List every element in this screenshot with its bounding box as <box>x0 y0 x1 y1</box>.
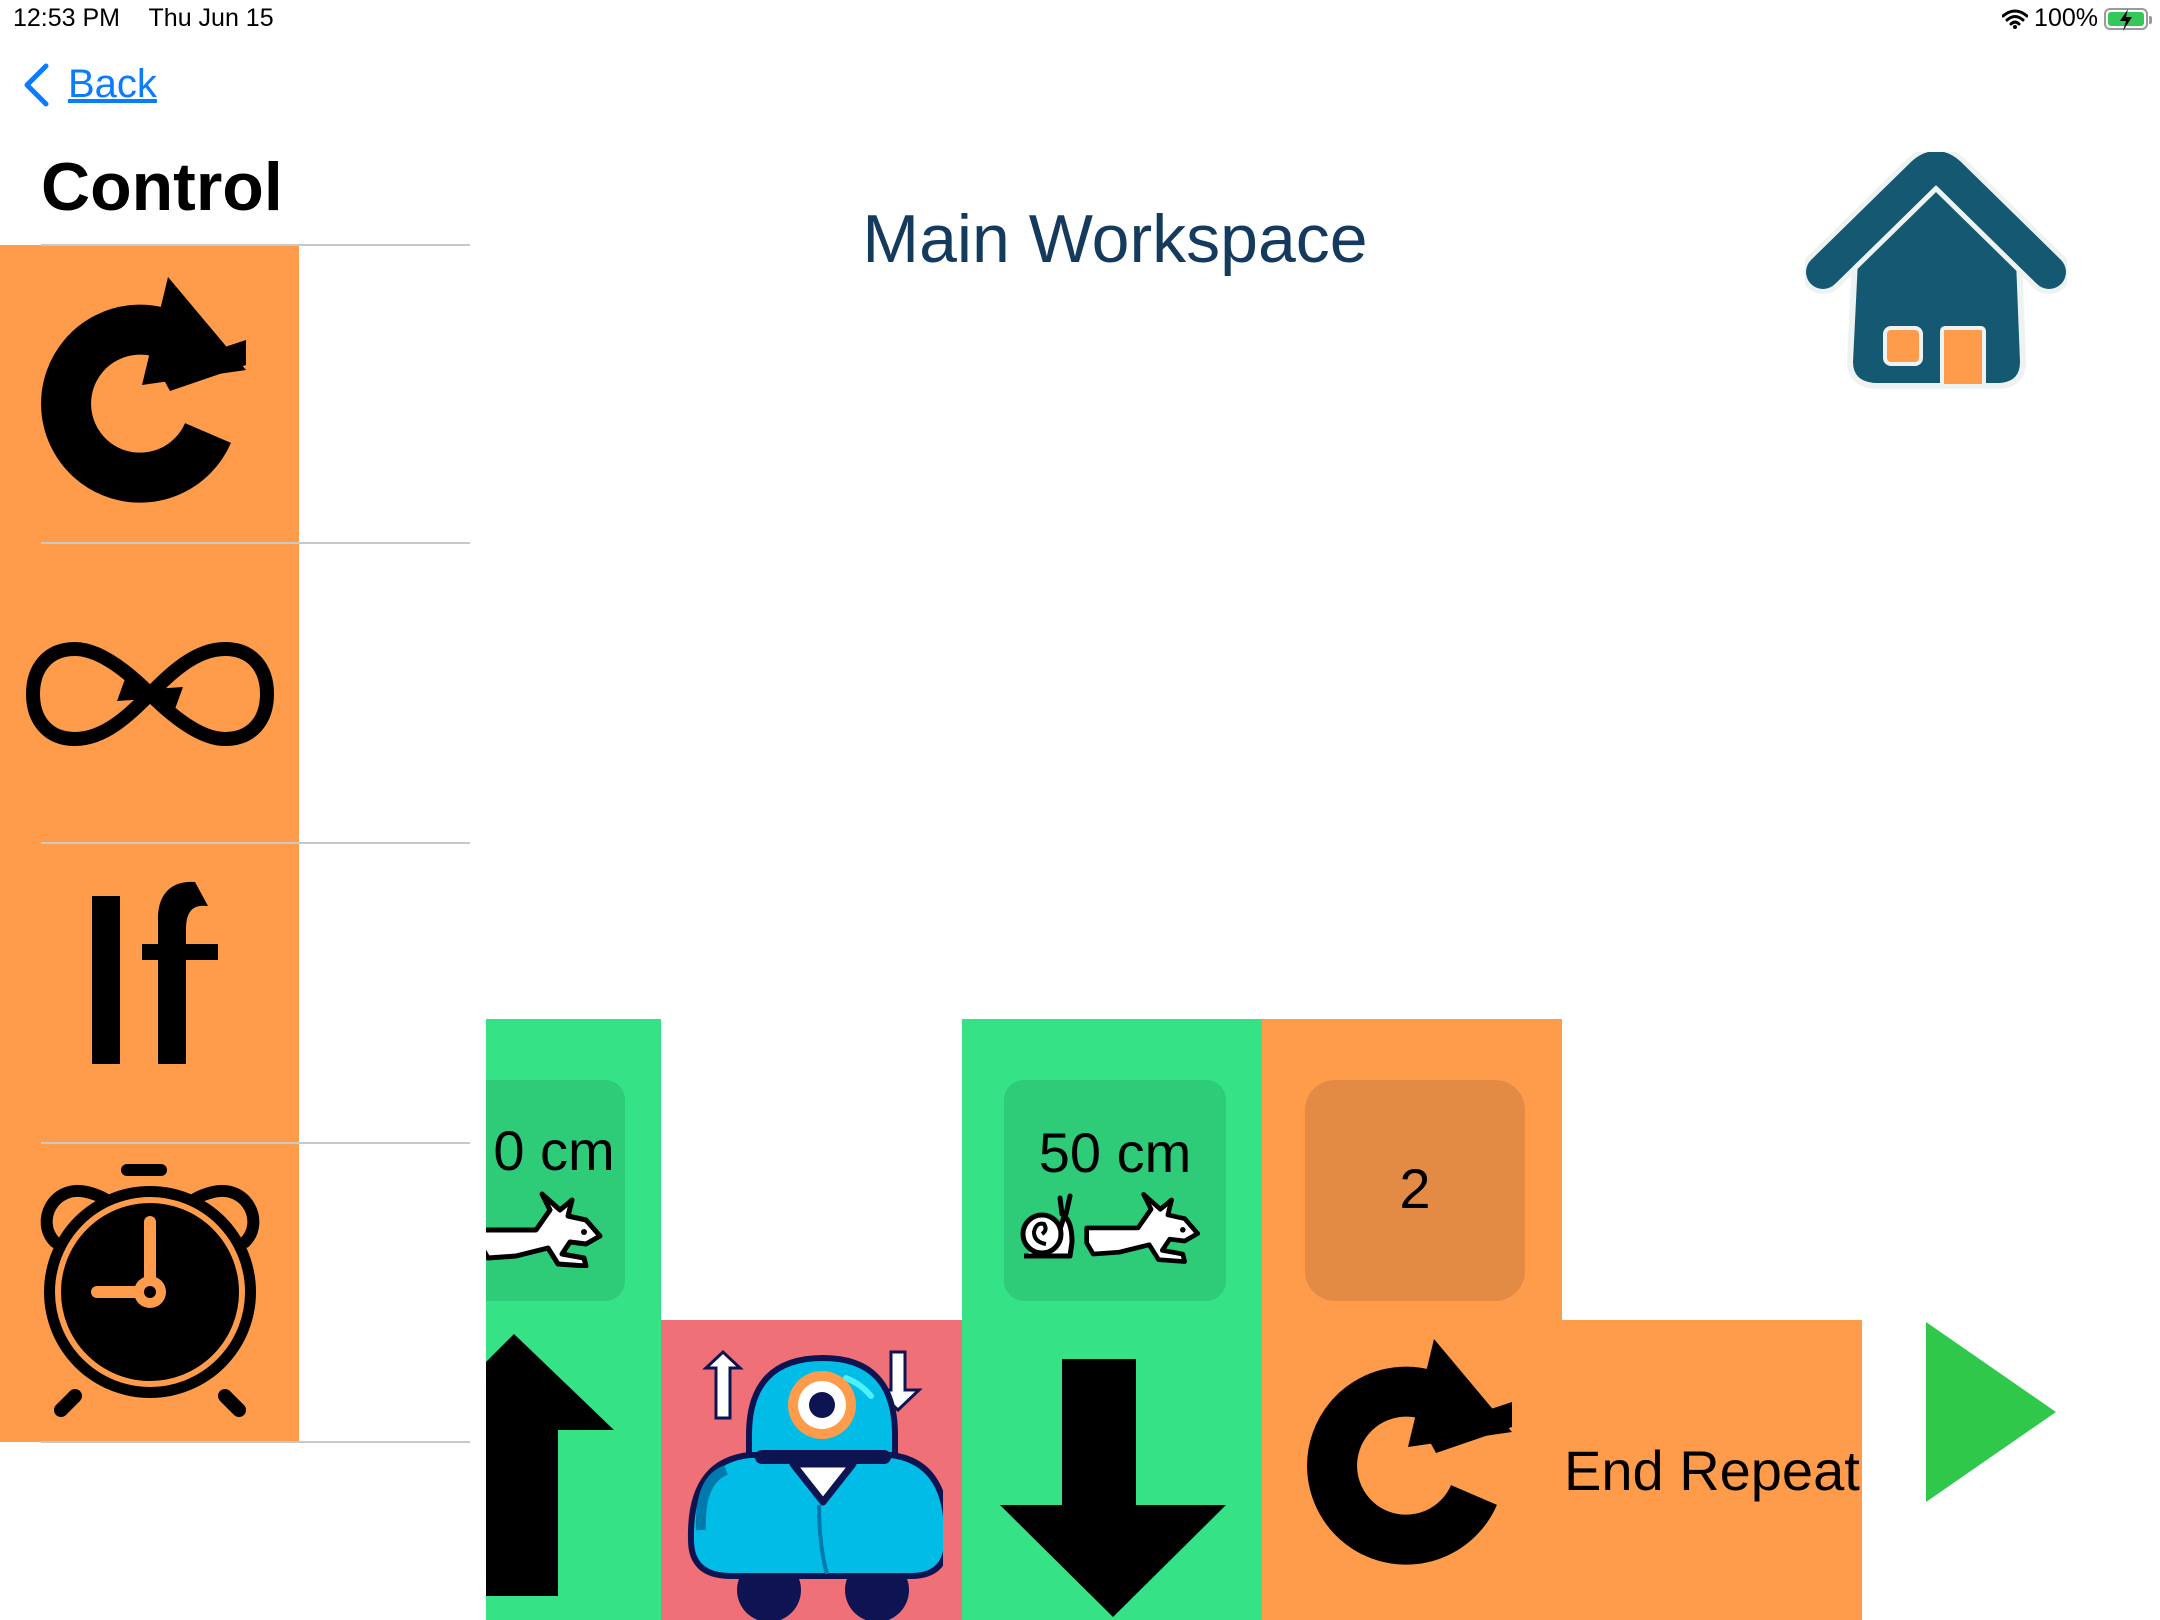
back-button[interactable]: Back <box>22 62 157 107</box>
end-repeat-label: End Repeat <box>1564 1439 1860 1502</box>
wifi-icon <box>2002 9 2029 29</box>
distance-label: 50 cm <box>1038 1121 1192 1184</box>
play-icon <box>1926 1322 2056 1502</box>
snail-icon <box>1020 1193 1075 1259</box>
battery-charging-icon <box>2104 7 2152 31</box>
sidebar-separator <box>41 1441 470 1443</box>
down-arrow-icon <box>1000 1359 1226 1617</box>
alarm-clock-icon <box>40 1163 259 1417</box>
sidebar-item-wait[interactable] <box>0 1142 299 1441</box>
sidebar-item-if[interactable] <box>0 843 299 1142</box>
rabbit-icon <box>1084 1192 1201 1264</box>
sidebar-item-repeat[interactable] <box>0 245 299 544</box>
repeat-arrow-icon <box>40 276 246 503</box>
status-bar-right: 100% <box>2002 4 2152 33</box>
rabbit-icon <box>486 1191 603 1268</box>
sidebar-separator <box>41 1142 470 1144</box>
repeat-count-box[interactable]: 2 <box>1305 1080 1525 1301</box>
status-date: Thu Jun 15 <box>148 4 274 32</box>
block-repeat[interactable]: 2 <box>1262 1019 1562 1620</box>
battery-percent: 100% <box>2034 4 2098 32</box>
status-time: 12:53 PM <box>13 4 121 32</box>
sidebar-item-forever[interactable] <box>0 544 299 843</box>
up-arrow-icon <box>486 1334 614 1596</box>
sidebar-separator <box>41 542 470 544</box>
if-text-icon <box>91 881 218 1064</box>
home-button[interactable] <box>1801 146 2071 404</box>
block-move-forward[interactable]: 0 cm <box>486 1019 661 1620</box>
block-move-backward[interactable]: 50 cm <box>962 1019 1262 1620</box>
status-bar-left: 12:53 PM Thu Jun 15 <box>13 4 296 33</box>
block-robot-head[interactable] <box>661 1320 962 1620</box>
repeat-arrow-icon <box>1307 1339 1512 1565</box>
sidebar-separator <box>41 842 470 844</box>
back-label: Back <box>68 62 157 106</box>
distance-speed-box[interactable]: 50 cm <box>1004 1080 1226 1301</box>
play-button[interactable] <box>1926 1322 2058 1504</box>
infinity-loop-icon <box>25 641 274 746</box>
dash-robot-icon <box>687 1349 943 1620</box>
home-icon <box>1801 146 2071 389</box>
repeat-count: 2 <box>1399 1157 1431 1220</box>
distance-label: 0 cm <box>493 1119 615 1182</box>
block-end-repeat[interactable]: End Repeat <box>1562 1320 1862 1620</box>
distance-speed-box[interactable]: 0 cm <box>486 1080 625 1301</box>
chevron-left-icon <box>24 63 49 106</box>
